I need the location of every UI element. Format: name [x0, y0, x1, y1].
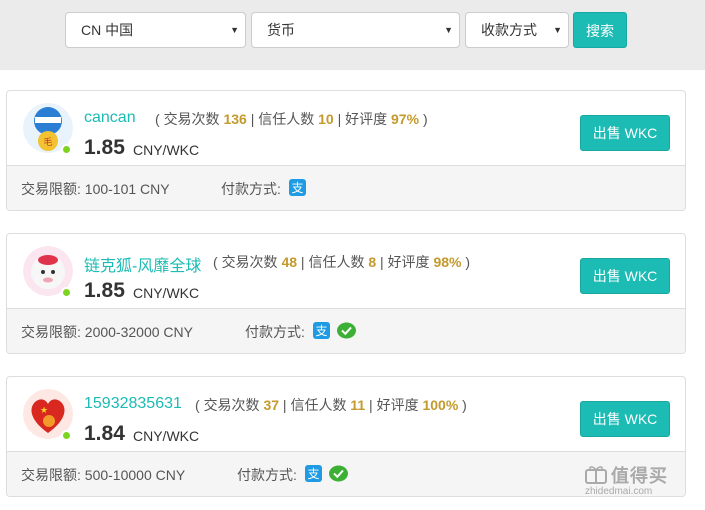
- chevron-down-icon: ▼: [230, 25, 239, 35]
- payment-method-select[interactable]: 收款方式 ▼: [465, 12, 569, 48]
- alipay-icon: 支: [305, 465, 322, 482]
- chevron-down-icon: ▼: [553, 25, 562, 35]
- svg-text:支: 支: [307, 467, 319, 481]
- watermark-title: 值得买: [611, 466, 668, 486]
- seller-stats: ( 交易次数 48 | 信任人数 8 | 好评度 98% ): [213, 254, 471, 270]
- svg-text:支: 支: [291, 181, 303, 195]
- rating-value: 97%: [391, 111, 420, 127]
- seller-username[interactable]: 15932835631: [84, 395, 182, 413]
- online-status-dot: [61, 144, 72, 155]
- trade-limit: 交易限额: 500-10000 CNY: [21, 467, 186, 483]
- rating-value: 100%: [422, 397, 459, 413]
- search-button[interactable]: 搜索: [573, 12, 627, 48]
- trade-limit: 交易限额: 2000-32000 CNY: [21, 324, 193, 340]
- price-unit: CNY/WKC: [133, 428, 200, 444]
- alipay-icon: 支: [313, 322, 330, 339]
- payment-method-select-value: 收款方式: [481, 22, 537, 38]
- price: 1.85: [84, 279, 125, 302]
- sell-wkc-button[interactable]: 出售 WKC: [580, 401, 670, 437]
- currency-select-value: 货币: [267, 22, 295, 38]
- payment-method-label: 付款方式:: [221, 181, 281, 197]
- watermark: 值得买 zhidedmai.com: [583, 460, 693, 500]
- trust-count: 8: [368, 254, 377, 270]
- price: 1.85: [84, 136, 125, 159]
- trade-count: 37: [263, 397, 280, 413]
- chevron-down-icon: ▼: [444, 25, 453, 35]
- country-select[interactable]: CN 中国 ▼: [65, 12, 246, 48]
- offer-card: 链克狐-风靡全球 ( 交易次数 48 | 信任人数 8 | 好评度 98% ) …: [6, 233, 686, 354]
- trust-count: 10: [318, 111, 334, 127]
- offer-card: 毛 cancan ( 交易次数 136 | 信任人数 10 | 好评度 97% …: [6, 90, 686, 211]
- alipay-icon: 支: [289, 179, 306, 196]
- sell-wkc-button[interactable]: 出售 WKC: [580, 258, 670, 294]
- rating-value: 98%: [433, 254, 462, 270]
- wechat-pay-icon: [337, 322, 356, 339]
- sell-wkc-button[interactable]: 出售 WKC: [580, 115, 670, 151]
- price-unit: CNY/WKC: [133, 285, 200, 301]
- gift-icon: [585, 466, 607, 484]
- payment-method-label: 付款方式:: [237, 467, 297, 483]
- svg-text:支: 支: [315, 324, 327, 338]
- payment-method-label: 付款方式:: [245, 324, 305, 340]
- online-status-dot: [61, 287, 72, 298]
- filter-bar: CN 中国 ▼ 货币 ▼ 收款方式 ▼ 搜索: [0, 0, 705, 70]
- seller-stats: ( 交易次数 136 | 信任人数 10 | 好评度 97% ): [155, 111, 428, 127]
- wechat-pay-icon: [329, 465, 348, 482]
- svg-text:★: ★: [40, 406, 48, 416]
- trade-limit: 交易限额: 100-101 CNY: [21, 181, 170, 197]
- watermark-url: zhidedmai.com: [585, 486, 653, 497]
- trade-count: 48: [281, 254, 298, 270]
- online-status-dot: [61, 430, 72, 441]
- offer-footer: 交易限额: 2000-32000 CNY 付款方式: 支: [7, 308, 685, 353]
- svg-text:毛: 毛: [43, 136, 52, 148]
- seller-username[interactable]: 链克狐-风靡全球: [84, 252, 201, 276]
- seller-stats: ( 交易次数 37 | 信任人数 11 | 好评度 100% ): [195, 397, 467, 413]
- seller-username[interactable]: cancan: [84, 109, 136, 127]
- price-unit: CNY/WKC: [133, 142, 200, 158]
- trade-count: 136: [223, 111, 247, 127]
- trust-count: 11: [350, 397, 366, 413]
- currency-select[interactable]: 货币 ▼: [251, 12, 460, 48]
- offer-footer: 交易限额: 100-101 CNY 付款方式: 支: [7, 165, 685, 210]
- price: 1.84: [84, 422, 125, 445]
- country-select-value: CN 中国: [81, 22, 134, 38]
